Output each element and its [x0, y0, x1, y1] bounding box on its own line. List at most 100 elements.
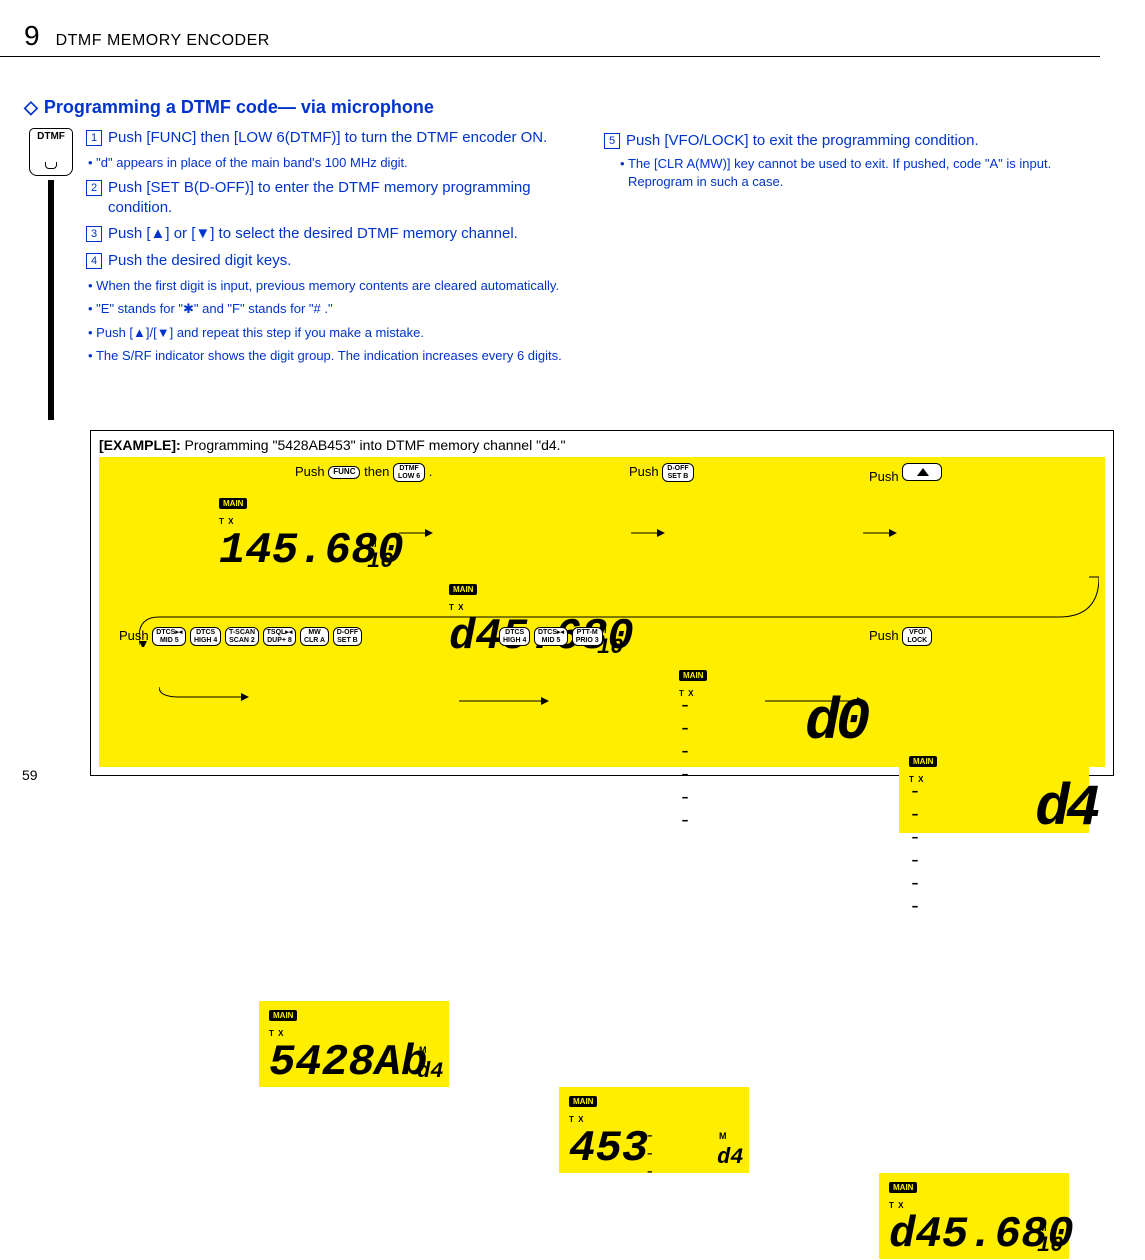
step5-sub-c: A(MW)] key cannot be used to exit. If pu…: [628, 156, 1051, 189]
step-3: 3 Push [▲] or [▼] to select the desired …: [86, 224, 584, 244]
m-7: M: [1039, 1223, 1047, 1233]
section-arrow-icon: ◇: [24, 97, 38, 117]
step4-text: Push the desired digit keys.: [108, 251, 584, 271]
step1-low: LOW: [238, 129, 272, 146]
display-4: MAIN T X - - - - - - d4: [899, 747, 1089, 833]
step-num-3: 3: [86, 226, 102, 242]
example-title: [EXAMPLE]: Programming "5428AB453" into …: [99, 437, 1105, 453]
then-text: then: [360, 464, 393, 479]
page-number: 59: [22, 767, 38, 783]
main-badge-3: MAIN: [679, 670, 707, 681]
step4-sub-2: Push [▲]/[▼] and repeat this step if you…: [86, 324, 584, 342]
dtmf-mic-icon: DTMF: [29, 128, 73, 176]
push-label-1: Push FUNC then DTMFLOW 6 .: [295, 463, 432, 482]
seq-btn-1: DTCSHIGH 4: [190, 627, 221, 646]
ch-7: 10: [1037, 1233, 1063, 1258]
seq-btn-4: MWCLR A: [300, 627, 329, 646]
push-5: Push: [869, 628, 899, 643]
sub-6: d4: [717, 1145, 743, 1170]
push-label-3: Push: [869, 463, 942, 484]
seq-btn-3: TSQL▸◂DUP+ 8: [263, 627, 297, 646]
example-text: Programming "5428AB453" into DTMF memory…: [181, 437, 566, 453]
arrow-6: [765, 695, 865, 707]
seq-btn-5: D-OFFSET B: [333, 627, 362, 646]
arrow-2: [631, 527, 665, 539]
main-badge-1: MAIN: [219, 498, 247, 509]
push-4: Push: [119, 628, 149, 643]
step-num-1: 1: [86, 130, 102, 146]
dtmf-icon-label: DTMF: [37, 131, 65, 142]
tx-5: T X: [269, 1029, 284, 1038]
main-badge-5: MAIN: [269, 1010, 297, 1021]
step5-sub: The [CLR A(MW)] key cannot be used to ex…: [604, 155, 1104, 190]
chapter-number: 9: [24, 20, 40, 52]
step5-sub-a: The [: [628, 156, 658, 171]
m-5: M: [419, 1045, 427, 1055]
section-title-text: Programming a DTMF code— via microphone: [44, 97, 434, 117]
step1-text-c: 6(DTMF)] to turn the DTMF encoder ON.: [272, 129, 547, 146]
step5-clr: CLR: [658, 156, 684, 171]
push-2: Push: [629, 464, 659, 479]
tx-7: T X: [889, 1201, 904, 1210]
step-2: 2 Push [SET B(D-OFF)] to enter the DTMF …: [86, 178, 584, 219]
push-label-5: Push VFO/LOCK: [869, 627, 932, 646]
push-1: Push: [295, 464, 325, 479]
arrow-5b: [459, 695, 549, 707]
func-button: FUNC: [328, 466, 360, 479]
example-diagram: Push FUNC then DTMFLOW 6 . Push D-OFFSET…: [99, 457, 1105, 767]
push-label-2: Push D-OFFSET B: [629, 463, 694, 482]
main-6: 453: [569, 1127, 648, 1171]
section-heading: ◇ Programming a DTMF code— via microphone: [24, 97, 584, 118]
dots-3: - - - - - -: [679, 695, 707, 833]
display-5: MAIN T X 5428Ab M d4: [259, 1001, 449, 1087]
dots-4: - - - - - -: [909, 781, 937, 919]
main-badge-6: MAIN: [569, 1096, 597, 1107]
tx-6: T X: [569, 1115, 584, 1124]
dot-text: .: [425, 464, 432, 479]
seq-btn-0: DTCS▸◂MID 5: [152, 627, 186, 646]
push-label-4: Push DTCS▸◂MID 5 DTCSHIGH 4 T-SCANSCAN 2…: [119, 627, 362, 646]
step1-text-a: Push [FUNC] then [: [108, 129, 238, 146]
step4-sub-3: The S/RF indicator shows the digit group…: [86, 347, 584, 365]
example-label: [EXAMPLE]:: [99, 437, 181, 453]
step2-set: SET: [151, 179, 180, 196]
arrow-5a: [159, 687, 249, 707]
step1-sub: "d" appears in place of the main band's …: [86, 154, 584, 172]
step4-sub-1: "E" stands for "✱" and "F" stands for "#…: [86, 300, 584, 318]
seq2-btn-1: DTCS▸◂MID 5: [534, 627, 568, 646]
main-5: 5428Ab: [269, 1041, 427, 1085]
seq2-btn-0: DTCSHIGH 4: [499, 627, 530, 646]
up-triangle-button: [902, 463, 942, 481]
m-6: M: [719, 1131, 727, 1141]
chapter-title: DTMF MEMORY ENCODER: [56, 32, 270, 50]
seq2-label: DTCSHIGH 4 DTCS▸◂MID 5 PTT-MPRIO 3: [499, 627, 603, 646]
display-6: MAIN T X 453 - - - M d4: [559, 1087, 749, 1173]
step-4: 4 Push the desired digit keys.: [86, 251, 584, 271]
main-badge-7: MAIN: [889, 1182, 917, 1193]
tx-1: T X: [219, 517, 234, 526]
step-num-2: 2: [86, 180, 102, 196]
step5-text: Push [VFO/LOCK] to exit the programming …: [626, 131, 1104, 151]
sub-4: d4: [1035, 781, 1097, 839]
arrow-3: [863, 527, 897, 539]
seq2-btn-2: PTT-MPRIO 3: [572, 627, 603, 646]
step4-sub-0: When the first digit is input, previous …: [86, 277, 584, 295]
step-num-4: 4: [86, 253, 102, 269]
seq-btn-2: T-SCANSCAN 2: [225, 627, 259, 646]
example-box: [EXAMPLE]: Programming "5428AB453" into …: [90, 430, 1114, 776]
step3-text: Push [▲] or [▼] to select the desired DT…: [108, 224, 584, 244]
step-5: 5 Push [VFO/LOCK] to exit the programmin…: [604, 131, 1104, 151]
vertical-bar: [48, 180, 54, 420]
vfo-lock-button: VFO/LOCK: [902, 627, 932, 646]
sub-5: d4: [417, 1059, 443, 1084]
setb-button: D-OFFSET B: [662, 463, 693, 482]
dots-6: - - -: [645, 1127, 661, 1181]
step2-text-a: Push [: [108, 179, 151, 196]
m-1: M: [369, 539, 377, 549]
arrow-1: [399, 527, 433, 539]
main-badge-4: MAIN: [909, 756, 937, 767]
push-3: Push: [869, 469, 899, 484]
step-1: 1 Push [FUNC] then [LOW 6(DTMF)] to turn…: [86, 128, 584, 148]
dtmf6-button: DTMFLOW 6: [393, 463, 425, 482]
display-7: MAIN T X d45.680 M 10: [879, 1173, 1069, 1259]
